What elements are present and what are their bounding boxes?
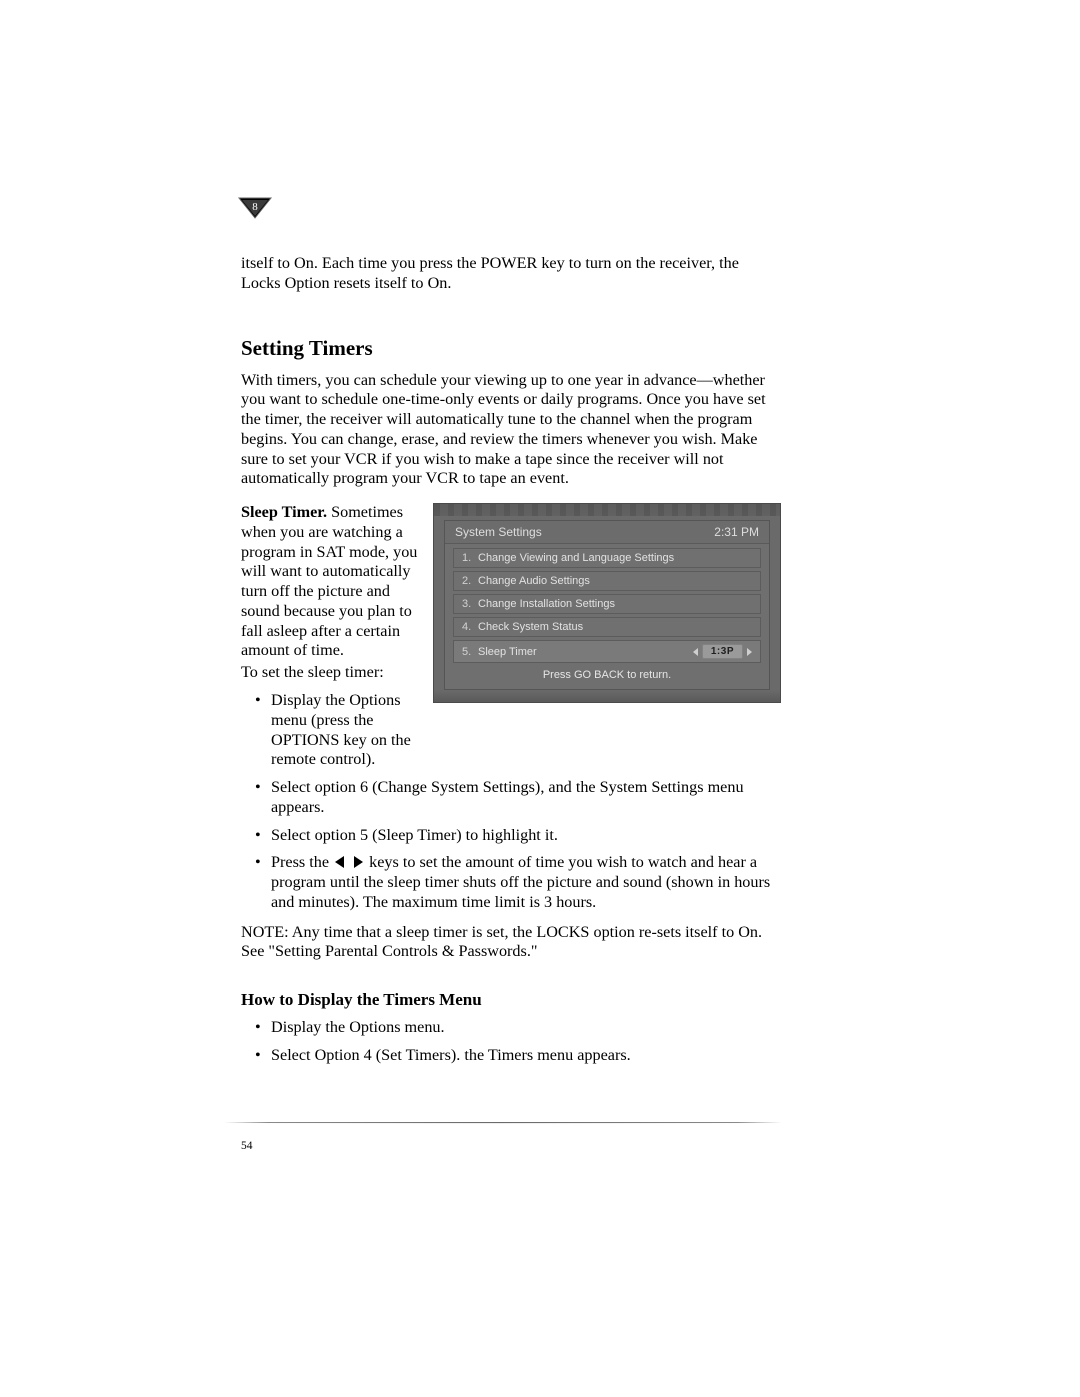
triangle-right-icon xyxy=(354,856,363,868)
display-timers-bullets: Display the Options menu. Select Option … xyxy=(241,1018,781,1066)
sleep-timer-label: Sleep Timer. xyxy=(241,503,327,521)
figure-item-selected: 5. Sleep Timer 1:3P xyxy=(453,640,761,663)
figure-value-chip: 1:3P xyxy=(702,644,743,659)
list-item: Select Option 4 (Set Timers). the Timers… xyxy=(241,1046,781,1066)
intro-paragraph: itself to On. Each time you press the PO… xyxy=(241,254,781,294)
chapter-marker: 8 xyxy=(237,196,273,236)
chapter-number: 8 xyxy=(252,201,258,213)
footer-rule xyxy=(224,1122,782,1124)
section-paragraph: With timers, you can schedule your viewi… xyxy=(241,371,781,490)
system-settings-figure: System Settings 2:31 PM 1. Change Viewin… xyxy=(433,503,781,703)
figure-item: 3. Change Installation Settings xyxy=(453,594,761,614)
list-item: Press the keys to set the amount of time… xyxy=(241,853,781,912)
list-item: Select option 5 (Sleep Timer) to highlig… xyxy=(241,826,781,846)
figure-value: 1:3P xyxy=(693,644,752,659)
list-item: Display the Options menu. xyxy=(241,1018,781,1038)
figure-list: 1. Change Viewing and Language Settings … xyxy=(445,544,769,663)
figure-title: System Settings xyxy=(455,525,542,539)
figure-item: 2. Change Audio Settings xyxy=(453,571,761,591)
figure-header: System Settings 2:31 PM xyxy=(445,521,769,544)
triangle-left-icon xyxy=(335,856,344,868)
sleep-timer-lead: To set the sleep timer: xyxy=(241,663,419,683)
arrow-bullet-post: keys to set the amount of time you wish … xyxy=(271,853,770,911)
sleep-timer-row: Sleep Timer. Sometimes when you are watc… xyxy=(241,503,781,770)
sleep-timer-body: Sometimes when you are watching a progra… xyxy=(241,503,417,659)
figure-footer: Press GO BACK to return. xyxy=(445,669,769,681)
figure-panel: System Settings 2:31 PM 1. Change Viewin… xyxy=(444,520,770,690)
figure-item: 1. Change Viewing and Language Settings xyxy=(453,548,761,568)
section-heading: Setting Timers xyxy=(241,336,781,361)
page-content: 8 itself to On. Each time you press the … xyxy=(241,196,781,1066)
list-item: Select option 6 (Change System Settings)… xyxy=(241,778,781,818)
sleep-timer-text: Sleep Timer. Sometimes when you are watc… xyxy=(241,503,419,770)
subsection-heading: How to Display the Timers Menu xyxy=(241,990,781,1010)
figure-item: 4. Check System Status xyxy=(453,617,761,637)
note-paragraph: NOTE: Any time that a sleep timer is set… xyxy=(241,923,781,963)
page-number: 54 xyxy=(241,1140,253,1152)
triangle-left-icon xyxy=(693,648,698,656)
sleep-timer-bullets-narrow: Display the Options menu (press the OPTI… xyxy=(241,691,419,770)
sleep-timer-bullets-wide: Select option 6 (Change System Settings)… xyxy=(241,778,781,913)
list-item: Display the Options menu (press the OPTI… xyxy=(241,691,419,770)
arrow-bullet-pre: Press the xyxy=(271,853,333,871)
figure-time: 2:31 PM xyxy=(714,525,759,539)
triangle-right-icon xyxy=(747,648,752,656)
